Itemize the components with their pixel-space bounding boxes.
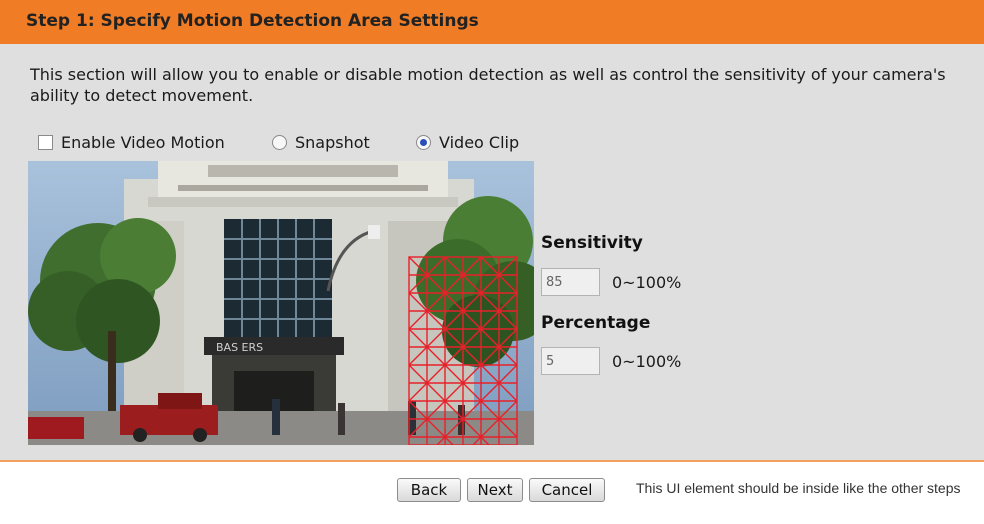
- video-clip-option[interactable]: Video Clip: [416, 133, 519, 152]
- next-button[interactable]: Next: [467, 478, 523, 502]
- enable-video-motion-option[interactable]: Enable Video Motion: [38, 133, 225, 152]
- annotation-note: This UI element should be inside like th…: [636, 480, 961, 496]
- enable-video-motion-checkbox[interactable]: [38, 135, 53, 150]
- sensitivity-input[interactable]: [541, 268, 600, 296]
- section-header: Step 1: Specify Motion Detection Area Se…: [0, 0, 984, 44]
- section-title: Step 1: Specify Motion Detection Area Se…: [26, 11, 479, 31]
- percentage-range: 0~100%: [612, 352, 682, 371]
- percentage-input[interactable]: [541, 347, 600, 375]
- camera-preview[interactable]: BAS ERS: [28, 161, 534, 445]
- section-description: This section will allow you to enable or…: [30, 65, 946, 105]
- storefront-sign: BAS ERS: [216, 341, 263, 354]
- percentage-label: Percentage: [541, 313, 651, 333]
- sensitivity-range: 0~100%: [612, 273, 682, 292]
- motion-settings-panel: Step 1: Specify Motion Detection Area Se…: [0, 0, 984, 462]
- back-button[interactable]: Back: [397, 478, 461, 502]
- cancel-button[interactable]: Cancel: [529, 478, 605, 502]
- sensitivity-label: Sensitivity: [541, 233, 643, 253]
- enable-video-motion-label: Enable Video Motion: [61, 133, 225, 152]
- camera-preview-image: BAS ERS: [28, 161, 534, 445]
- video-clip-radio[interactable]: [416, 135, 431, 150]
- video-clip-label: Video Clip: [439, 133, 520, 152]
- snapshot-option[interactable]: Snapshot: [272, 133, 370, 152]
- snapshot-label: Snapshot: [295, 133, 370, 152]
- snapshot-radio[interactable]: [272, 135, 287, 150]
